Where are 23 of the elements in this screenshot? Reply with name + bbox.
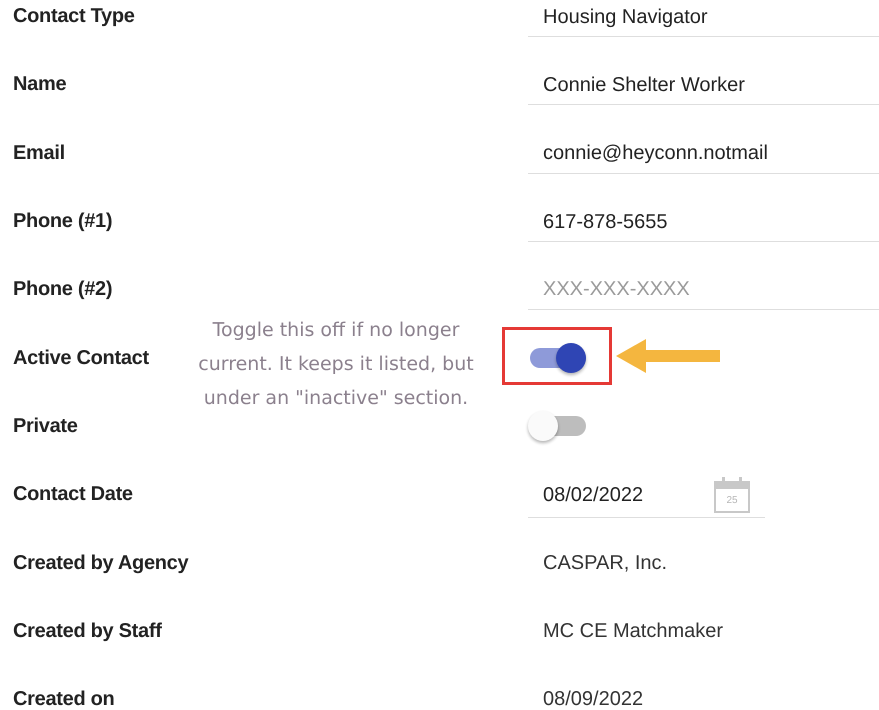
- field-label: Phone (#2): [13, 278, 112, 300]
- field-value: CASPAR, Inc.: [542, 550, 668, 576]
- annotation-text: Toggle this off if no longer current. It keeps it listed, but under an "inactive" section.: [197, 318, 475, 411]
- field-label: Created by Staff: [13, 620, 162, 642]
- date-field[interactable]: 08/02/2022: [543, 480, 644, 510]
- field-value: MC CE Matchmaker: [542, 618, 724, 644]
- field-label: Created on: [13, 688, 114, 710]
- field-label: Contact Date: [13, 483, 133, 506]
- field-value: 08/09/2022: [542, 687, 644, 710]
- text-field[interactable]: connie@heyconn.notmail: [528, 134, 879, 174]
- field-label: Phone (#1): [13, 210, 112, 232]
- text-field[interactable]: Connie Shelter Worker: [528, 65, 879, 106]
- field-label: Name: [13, 73, 66, 96]
- field-label: Created by Agency: [13, 552, 188, 574]
- text-field[interactable]: Housing Navigator: [528, 0, 879, 38]
- field-label: Contact Type: [13, 5, 135, 28]
- text-field[interactable]: XXX-XXX-XXXX: [528, 270, 879, 310]
- field-label: Private: [13, 414, 78, 437]
- field-label: Active Contact: [13, 346, 149, 369]
- text-field[interactable]: 617-878-5655: [528, 202, 879, 242]
- toggle-switch[interactable]: [528, 342, 586, 374]
- toggle-switch[interactable]: [528, 410, 586, 442]
- field-label: Email: [13, 142, 65, 164]
